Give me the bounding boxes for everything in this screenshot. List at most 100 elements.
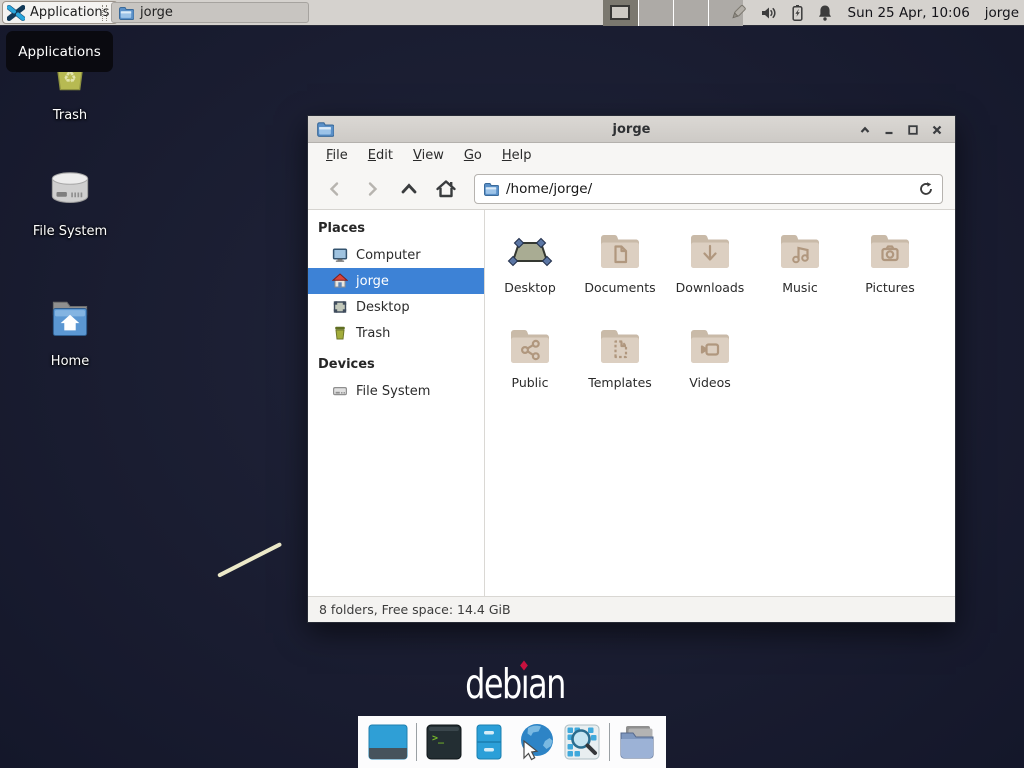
statusbar: 8 folders, Free space: 14.4 GiB — [308, 596, 955, 622]
dock-panel: >_ — [358, 716, 666, 768]
reload-icon[interactable] — [918, 181, 934, 197]
folder-item-label: Documents — [584, 280, 655, 295]
workspace-2[interactable] — [638, 0, 673, 26]
folder-item-label: Videos — [689, 375, 731, 390]
desktop-icon — [332, 299, 348, 315]
videos-folder-icon — [686, 321, 734, 369]
folder-item-label: Desktop — [504, 280, 556, 295]
dock-separator — [416, 723, 417, 761]
sidebar-item-label: jorge — [356, 274, 389, 289]
folder-item-label: Templates — [588, 375, 652, 390]
sidebar-item-computer[interactable]: Computer — [308, 242, 484, 268]
folder-item-public[interactable]: Public — [485, 315, 575, 410]
applications-menu-button[interactable]: Applications — [2, 1, 118, 24]
file-cabinet-icon[interactable] — [470, 723, 508, 761]
battery-charging-icon[interactable] — [790, 4, 805, 22]
up-button[interactable] — [394, 174, 424, 204]
desktop-icon-file-system[interactable]: File System — [28, 164, 112, 239]
sidebar-item-desktop[interactable]: Desktop — [308, 294, 484, 320]
shade-button[interactable] — [853, 118, 877, 142]
folder-item-desktop[interactable]: Desktop — [485, 220, 575, 315]
notifications-bell-icon[interactable] — [817, 4, 833, 22]
directory-menu-folder-icon[interactable] — [617, 723, 657, 761]
desktop-icon-label: File System — [33, 224, 107, 239]
folder-view[interactable]: Desktop Documents — [485, 210, 955, 596]
home-folder-icon — [43, 294, 97, 348]
sidebar-item-label: File System — [356, 384, 430, 399]
folder-item-label: Pictures — [865, 280, 915, 295]
templates-folder-icon — [596, 321, 644, 369]
drive-icon — [332, 383, 348, 399]
folder-item-downloads[interactable]: Downloads — [665, 220, 755, 315]
forward-button[interactable] — [357, 174, 387, 204]
location-bar[interactable]: /home/jorge/ — [474, 174, 943, 204]
folder-item-videos[interactable]: Videos — [665, 315, 755, 410]
desktop-icon-label: Trash — [53, 108, 87, 123]
panel-clock[interactable]: Sun 25 Apr, 10:06 — [848, 5, 970, 21]
web-browser-globe-icon[interactable] — [516, 722, 556, 762]
folder-item-music[interactable]: Music — [755, 220, 845, 315]
workspace-switcher[interactable] — [603, 0, 743, 26]
sidebar-header-devices: Devices — [308, 352, 484, 378]
applications-menu-label: Applications — [30, 5, 109, 20]
system-tray: Sun 25 Apr, 10:06 jorge — [729, 0, 1022, 26]
documents-folder-icon — [596, 226, 644, 274]
hard-drive-icon — [43, 164, 97, 218]
workspace-3[interactable] — [673, 0, 708, 26]
workspace-1[interactable] — [603, 0, 638, 26]
folder-item-label: Public — [512, 375, 549, 390]
menu-view[interactable]: View — [403, 143, 454, 168]
downloads-folder-icon — [686, 226, 734, 274]
dock-separator — [609, 723, 610, 761]
panel-username: jorge — [985, 5, 1019, 21]
taskbar-window-button[interactable]: jorge — [111, 2, 309, 23]
stylus-icon[interactable] — [729, 4, 748, 23]
sidebar-header-places: Places — [308, 216, 484, 242]
panel-handle[interactable] — [102, 5, 107, 21]
debian-wordmark: debıan — [445, 660, 585, 708]
sidebar: Places Computer — [308, 210, 485, 596]
volume-icon[interactable] — [760, 4, 778, 22]
menu-go[interactable]: Go — [454, 143, 492, 168]
folder-item-documents[interactable]: Documents — [575, 220, 665, 315]
terminal-icon[interactable]: >_ — [425, 723, 463, 761]
path-input[interactable]: /home/jorge/ — [506, 181, 911, 197]
application-finder-icon[interactable] — [563, 723, 601, 761]
public-folder-icon — [506, 321, 554, 369]
back-button[interactable] — [320, 174, 350, 204]
workspace-window-preview — [610, 5, 630, 20]
show-desktop-icon[interactable] — [367, 722, 409, 762]
applications-tooltip-text: Applications — [18, 44, 100, 60]
sidebar-item-trash[interactable]: Trash — [308, 320, 484, 346]
sidebar-item-label: Computer — [356, 248, 421, 263]
desktop-icon-label: Home — [51, 354, 89, 369]
brand-text: an — [528, 660, 565, 708]
folder-item-pictures[interactable]: Pictures — [845, 220, 935, 315]
sidebar-item-jorge[interactable]: jorge — [308, 268, 484, 294]
menu-help[interactable]: Help — [492, 143, 542, 168]
music-folder-icon — [776, 226, 824, 274]
computer-icon — [332, 247, 348, 263]
menubar: File Edit View Go Help — [308, 143, 955, 168]
minimize-button[interactable] — [877, 118, 901, 142]
folder-item-templates[interactable]: Templates — [575, 315, 665, 410]
menu-edit[interactable]: Edit — [358, 143, 403, 168]
desktop-icon-home[interactable]: Home — [28, 294, 112, 369]
menu-file[interactable]: File — [316, 143, 358, 168]
close-button[interactable] — [925, 118, 949, 142]
window-titlebar[interactable]: jorge — [308, 116, 955, 143]
desktop-trapezoid-icon — [506, 226, 554, 274]
svg-text:>_: >_ — [432, 733, 445, 744]
folder-item-label: Music — [782, 280, 818, 295]
sidebar-item-file-system[interactable]: File System — [308, 378, 484, 404]
toolbar: /home/jorge/ — [308, 168, 955, 210]
maximize-button[interactable] — [901, 118, 925, 142]
folder-item-label: Downloads — [676, 280, 745, 295]
folder-icon — [483, 181, 499, 197]
taskbar-window-label: jorge — [140, 5, 173, 20]
wallpaper-swirl-stroke — [217, 542, 282, 578]
home-button[interactable] — [431, 174, 461, 204]
brand-text: deb — [465, 660, 521, 708]
home-icon — [332, 273, 348, 289]
folder-icon — [118, 5, 134, 21]
